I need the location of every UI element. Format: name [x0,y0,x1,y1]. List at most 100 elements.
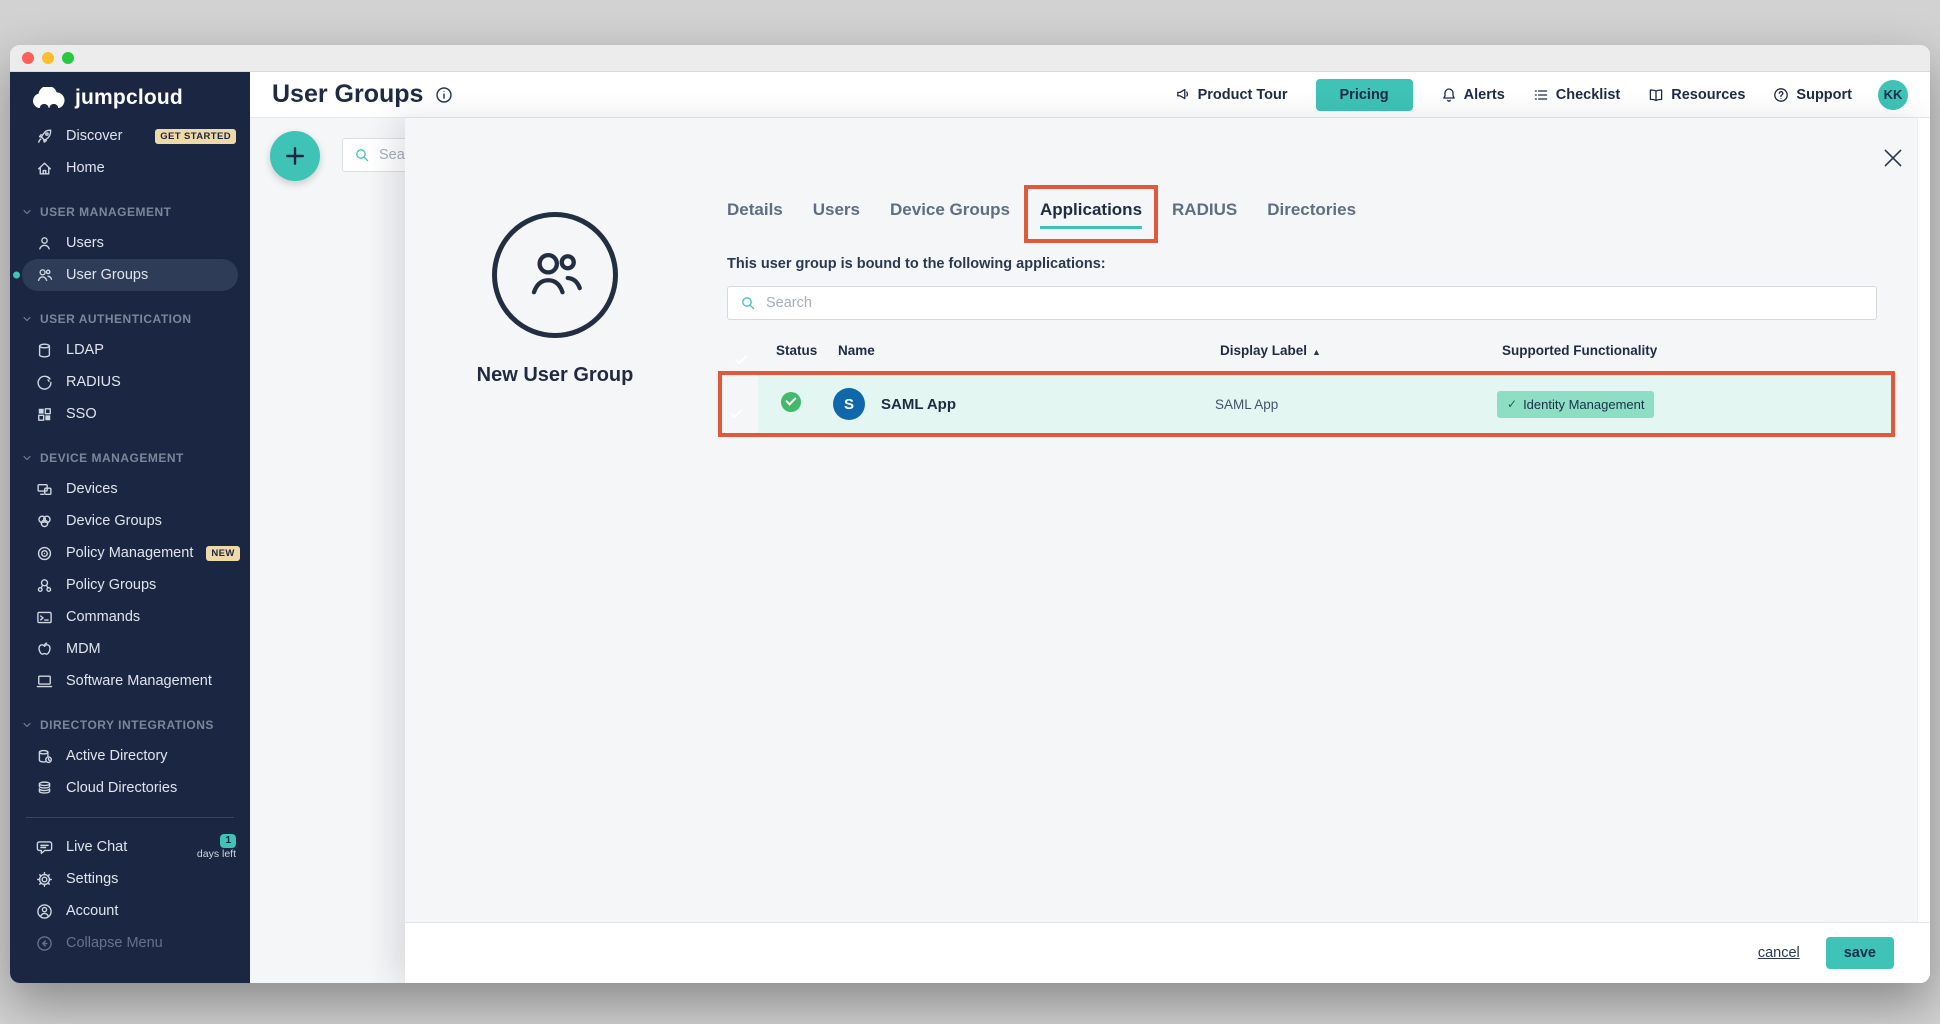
column-name[interactable]: Name [832,343,1220,358]
sidebar-item-sso[interactable]: SSO [10,398,250,430]
sidebar-item-discover[interactable]: DiscoverGET STARTED [10,120,250,152]
sidebar-item-live-chat[interactable]: Live Chat1days left [10,831,250,863]
pricing-button[interactable]: Pricing [1316,79,1413,111]
drawer-main-panel: Details Users Device Groups Applications RAD… [727,118,1877,437]
header-actions: Product Tour Pricing Alerts Checklist Resour… [1175,79,1852,111]
action-alerts[interactable]: Alerts [1441,87,1505,103]
sidebar-item-policy-groups[interactable]: Policy Groups [10,569,250,601]
add-user-group-button[interactable] [270,131,320,181]
sidebar-item-user-groups[interactable]: User Groups [22,259,238,291]
tab-applications[interactable]: Applications [1040,200,1142,220]
sidebar-item-mdm[interactable]: MDM [10,633,250,665]
drawer-scrollbar-track[interactable] [1917,118,1930,922]
row-annotation-highlight: S SAML App SAML App ✓ Identity Managemen… [718,371,1895,437]
active-indicator-dot [13,272,20,279]
column-display-label[interactable]: Display Label▲ [1220,343,1502,358]
avatar[interactable]: KK [1878,80,1908,110]
logo-text: jumpcloud [75,86,183,110]
action-checklist[interactable]: Checklist [1533,87,1620,103]
sidebar-item-cloud-directories[interactable]: Cloud Directories [10,772,250,804]
sidebar-item-account[interactable]: Account [10,895,250,927]
sidebar-section-directory-integrations[interactable]: DIRECTORY INTEGRATIONS [10,710,250,740]
close-window-button[interactable] [22,52,34,64]
page-title: User Groups [272,80,423,109]
search-icon [354,147,370,163]
rocket-icon [36,128,53,145]
sidebar-item-device-groups[interactable]: Device Groups [10,505,250,537]
sidebar-item-active-directory[interactable]: Active Directory [10,740,250,772]
save-button[interactable]: save [1826,937,1894,969]
maximize-window-button[interactable] [62,52,74,64]
status-active-icon [781,392,801,412]
sidebar-item-ldap[interactable]: LDAP [10,334,250,366]
sidebar-item-radius[interactable]: RADIUS [10,366,250,398]
tab-users[interactable]: Users [813,200,860,220]
plus-icon [283,144,307,168]
cancel-button[interactable]: cancel [1758,945,1800,961]
checklist-icon [1533,87,1549,103]
chat-icon [36,839,53,856]
app-window: jumpcloud DiscoverGET STARTEDHome USER MA… [10,45,1930,983]
trial-countdown: 1days left [197,834,236,860]
sidebar-item-home[interactable]: Home [10,152,250,184]
table-header: Status Name Display Label▲ Supported Fun… [727,337,1877,363]
user-group-avatar [492,212,618,338]
action-resources[interactable]: Resources [1648,87,1745,103]
sidebar-divider [26,817,234,818]
tab-radius[interactable]: RADIUS [1172,200,1237,220]
applications-search [727,286,1877,320]
sidebar-item-policy-management[interactable]: Policy ManagementNEW [10,537,250,569]
search-icon [740,295,756,311]
sidebar-item-settings[interactable]: Settings [10,863,250,895]
applications-search-input[interactable] [766,295,1864,311]
table-row[interactable]: S SAML App SAML App ✓ Identity Managemen… [722,375,1891,433]
user-icon [36,235,53,252]
sidebar-section-user-authentication[interactable]: USER AUTHENTICATION [10,304,250,334]
home-icon [36,160,53,177]
book-icon [1648,87,1664,103]
collapse-icon [36,935,53,952]
jumpcloud-cloud-icon [32,87,66,109]
grid-icon [36,406,53,423]
drawer-left-panel: New User Group [405,118,705,387]
chevron-down-icon [21,719,33,731]
tab-device-groups[interactable]: Device Groups [890,200,1010,220]
question-icon [1773,87,1789,103]
column-supported-functionality[interactable]: Supported Functionality [1502,343,1877,358]
sidebar-item-collapse-menu[interactable]: Collapse Menu [10,927,250,959]
tab-directories[interactable]: Directories [1267,200,1356,220]
user-groups-icon [525,245,585,305]
app-name: SAML App [881,396,956,413]
jumpcloud-logo: jumpcloud [10,72,250,120]
saml-app-icon: S [833,388,865,420]
drawer-footer: cancel save [405,922,1930,983]
sidebar-item-devices[interactable]: Devices [10,473,250,505]
days-left-count: 1 [220,834,236,848]
action-product-tour[interactable]: Product Tour [1175,87,1288,103]
info-icon[interactable] [435,86,453,104]
sidebar-item-commands[interactable]: Commands [10,601,250,633]
active-directory-icon [36,748,53,765]
minimize-window-button[interactable] [42,52,54,64]
sidebar-section-user-management[interactable]: USER MANAGEMENT [10,197,250,227]
close-icon[interactable] [1882,147,1904,169]
bell-icon [1441,87,1457,103]
policy-icon [36,545,53,562]
account-icon [36,903,53,920]
action-support[interactable]: Support [1773,87,1852,103]
apple-icon [36,641,53,658]
tab-details[interactable]: Details [727,200,783,220]
group-name: New User Group [405,364,705,387]
cloud-directories-icon [36,780,53,797]
page-header: User Groups Product Tour Pricing Alerts Che… [250,72,1930,118]
column-status[interactable]: Status [776,343,832,358]
chevron-down-icon [21,313,33,325]
days-left-label: days left [197,849,236,860]
sidebar-item-software-management[interactable]: Software Management [10,665,250,697]
functionality-badge: ✓ Identity Management [1497,391,1654,418]
sidebar-item-users[interactable]: Users [10,227,250,259]
new-badge: NEW [206,546,239,561]
window-titlebar [10,45,1930,72]
sidebar-section-device-management[interactable]: DEVICE MANAGEMENT [10,443,250,473]
user-group-drawer: New User Group Details Users Device Groups… [405,118,1930,983]
